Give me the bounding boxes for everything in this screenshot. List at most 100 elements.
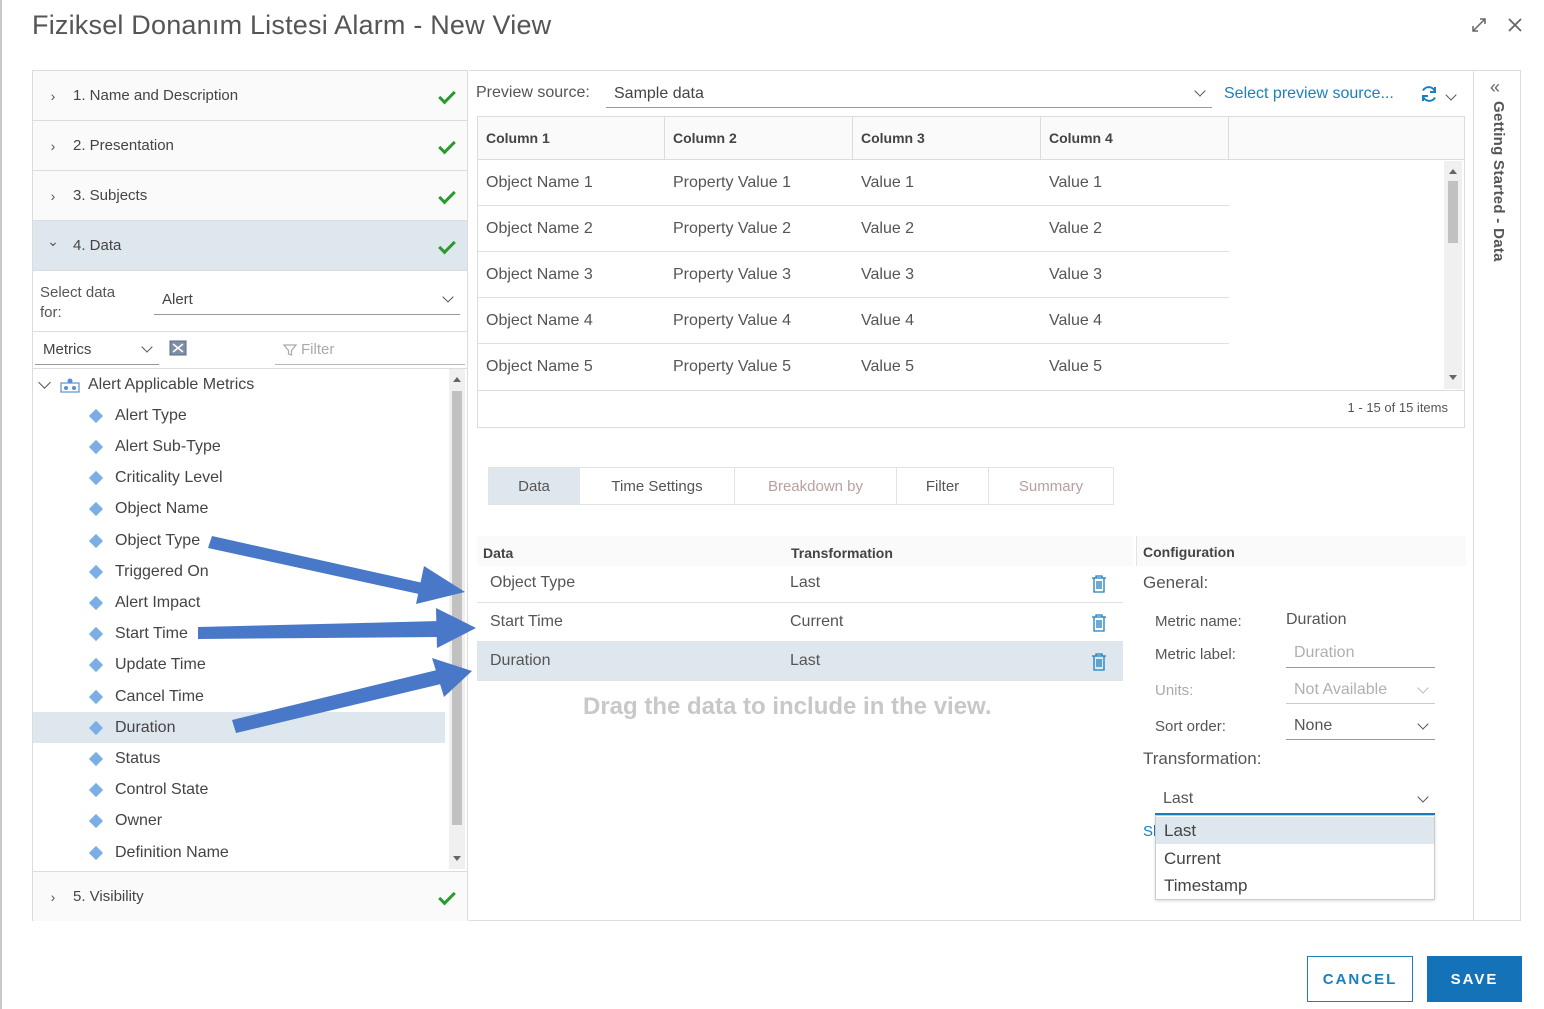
grid-column-header[interactable]: Column 1 <box>478 117 665 159</box>
step-name-description[interactable]: › 1. Name and Description <box>33 71 467 121</box>
transformation-column-header: Transformation <box>791 545 893 561</box>
tree-item[interactable]: Cancel Time <box>33 681 445 712</box>
tree-item[interactable]: Triggered On <box>33 556 445 587</box>
sort-order-label: Sort order: <box>1155 718 1226 735</box>
save-button[interactable]: SAVE <box>1427 956 1522 1002</box>
tree-item[interactable]: Control State <box>33 774 445 805</box>
metric-name-label: Metric name: <box>1155 613 1242 630</box>
data-row-selected[interactable]: Duration Last <box>477 642 1123 681</box>
metric-name-value: Duration <box>1286 611 1347 628</box>
grid-cell: Value 5 <box>1049 358 1103 375</box>
grid-column-header[interactable]: Column 2 <box>665 117 853 159</box>
tree-item[interactable]: Object Type <box>33 525 445 556</box>
metric-diamond-icon <box>88 782 104 797</box>
getting-started-side-panel[interactable]: « Getting Started - Data <box>1473 70 1521 921</box>
units-label: Units: <box>1155 682 1194 699</box>
chevron-down-icon <box>1417 717 1429 730</box>
chevron-down-icon[interactable] <box>1445 86 1457 104</box>
chevron-down-icon <box>1417 681 1429 694</box>
tree-item[interactable]: Alert Impact <box>33 587 445 618</box>
tree-item[interactable]: Owner <box>33 805 445 836</box>
tree-item[interactable]: Criticality Level <box>33 462 445 493</box>
scroll-down-icon[interactable] <box>453 856 461 861</box>
grid-column-header[interactable]: Column 3 <box>853 117 1041 159</box>
tab-time-settings[interactable]: Time Settings <box>580 468 735 504</box>
transformation-dropdown[interactable]: Last <box>1155 785 1435 815</box>
units-dropdown[interactable]: Not Available <box>1286 677 1435 704</box>
metrics-value: Metrics <box>43 341 92 358</box>
tree-scrollbar[interactable] <box>449 369 465 869</box>
units-value: Not Available <box>1294 681 1388 698</box>
metric-diamond-icon <box>88 439 104 454</box>
collapse-left-icon[interactable]: « <box>1490 77 1500 98</box>
metric-label-input[interactable]: Duration <box>1286 641 1435 668</box>
grid-cell: Value 5 <box>861 358 915 375</box>
data-row[interactable]: Object Type Last <box>477 564 1123 603</box>
step-visibility[interactable]: › 5. Visibility <box>33 871 467 921</box>
grid-cell: Value 2 <box>1041 206 1229 252</box>
scroll-up-icon[interactable] <box>1449 169 1457 174</box>
scroll-down-icon[interactable] <box>1449 375 1457 380</box>
metric-diamond-icon <box>88 533 104 548</box>
tab-data[interactable]: Data <box>489 468 580 504</box>
step-presentation[interactable]: › 2. Presentation <box>33 121 467 171</box>
expand-icon[interactable] <box>1470 16 1488 38</box>
grid-column-header[interactable]: Column 4 <box>1041 117 1229 159</box>
tree-item[interactable]: Definition Name <box>33 837 445 868</box>
check-icon <box>427 236 467 255</box>
option-current[interactable]: Current <box>1156 845 1434 872</box>
cancel-button[interactable]: CANCEL <box>1307 956 1413 1002</box>
tree-root-alert-applicable-metrics[interactable]: Alert Applicable Metrics <box>33 369 445 400</box>
tree-scroll-thumb[interactable] <box>452 391 462 825</box>
data-row-transformation: Last <box>790 652 821 669</box>
refresh-icon[interactable] <box>1419 84 1439 109</box>
grid-cell: Value 4 <box>1041 298 1229 344</box>
metric-diamond-icon <box>88 626 104 641</box>
chevron-down-icon: ⌄ <box>47 233 59 249</box>
chevron-down-icon[interactable] <box>38 375 54 389</box>
option-timestamp[interactable]: Timestamp <box>1156 872 1434 899</box>
tree-item[interactable]: Object Name <box>33 493 445 524</box>
step-label: 4. Data <box>73 237 122 254</box>
step-label: 5. Visibility <box>73 888 144 905</box>
getting-started-label: Getting Started - Data <box>1490 101 1507 262</box>
check-icon <box>427 86 467 105</box>
preview-source-dropdown[interactable]: Sample data <box>606 80 1212 108</box>
divider <box>33 331 467 332</box>
filter-input[interactable]: Filter <box>275 335 465 365</box>
data-row[interactable]: Start Time Current <box>477 603 1123 642</box>
step-label: 3. Subjects <box>73 187 148 204</box>
tree-item[interactable]: Update Time <box>33 649 445 680</box>
metric-label-label: Metric label: <box>1155 646 1236 663</box>
grid-cell: Object Name 4 <box>478 298 665 344</box>
tab-breakdown-by[interactable]: Breakdown by <box>735 468 897 504</box>
clear-selection-icon[interactable] <box>169 340 187 361</box>
tab-filter[interactable]: Filter <box>897 468 989 504</box>
tree-item[interactable]: Status <box>33 743 445 774</box>
select-preview-source-link[interactable]: Select preview source... <box>1224 85 1394 103</box>
tree-item[interactable]: Alert Type <box>33 400 445 431</box>
configuration-header: Configuration <box>1143 544 1235 560</box>
grid-scrollbar[interactable] <box>1444 161 1462 389</box>
scroll-up-icon[interactable] <box>453 377 461 382</box>
step-data[interactable]: ⌄ 4. Data <box>33 221 467 271</box>
metric-diamond-icon <box>88 813 104 828</box>
trash-icon[interactable] <box>1091 575 1107 593</box>
data-column-header: Data <box>483 545 514 561</box>
tree-item-selected[interactable]: Duration <box>33 712 445 743</box>
grid-scroll-thumb[interactable] <box>1448 181 1458 243</box>
step-subjects[interactable]: › 3. Subjects <box>33 171 467 221</box>
metric-diamond-icon <box>88 501 104 516</box>
tree-item[interactable]: Alert Sub-Type <box>33 431 445 462</box>
close-icon[interactable] <box>1506 16 1524 38</box>
preview-source-value: Sample data <box>614 84 704 102</box>
trash-icon[interactable] <box>1091 614 1107 632</box>
select-data-for-dropdown[interactable]: Alert <box>154 285 460 315</box>
tab-summary[interactable]: Summary <box>989 468 1113 504</box>
trash-icon[interactable] <box>1091 653 1107 671</box>
step-label: 2. Presentation <box>73 137 174 154</box>
metrics-dropdown[interactable]: Metrics <box>35 335 159 365</box>
sort-order-dropdown[interactable]: None <box>1286 713 1435 740</box>
tree-item[interactable]: Start Time <box>33 618 445 649</box>
option-last[interactable]: Last <box>1156 817 1434 844</box>
